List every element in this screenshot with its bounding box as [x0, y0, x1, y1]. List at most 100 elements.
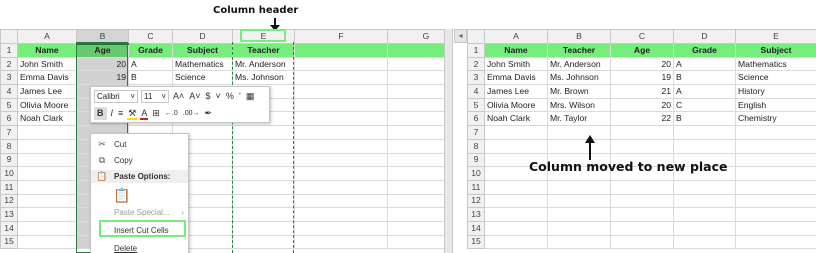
cell-e4[interactable]: History	[735, 84, 816, 99]
cell-d6[interactable]: B	[673, 111, 736, 127]
cell-a5[interactable]: Olivia Moore	[17, 97, 77, 113]
delete-menu-item[interactable]: Delete	[91, 242, 188, 253]
cell-b3[interactable]: Ms. Johnson	[547, 70, 611, 86]
currency-format-button[interactable]: $	[205, 90, 212, 103]
column-header-g[interactable]: G	[387, 29, 444, 44]
cell-g2[interactable]	[387, 56, 444, 72]
row-header-3[interactable]: 3	[467, 70, 485, 86]
cell-g12[interactable]	[387, 193, 444, 209]
cell-g5[interactable]	[387, 97, 444, 113]
paste-special-menu-item[interactable]: Paste Special... ›	[91, 206, 188, 219]
cell-c6[interactable]: 22	[610, 111, 674, 127]
cell-d2[interactable]: A	[673, 56, 736, 72]
cell-a4[interactable]: James Lee	[484, 84, 548, 99]
cell-b2[interactable]: 20	[76, 56, 129, 72]
cell-a2[interactable]: John Smith	[17, 56, 77, 72]
cell-b3[interactable]: 19	[76, 70, 129, 86]
cut-menu-item[interactable]: ✂ Cut	[91, 138, 188, 151]
cell-c2[interactable]: 20	[610, 56, 674, 72]
cell-a3[interactable]: Emma Davis	[484, 70, 548, 86]
table-format-icon[interactable]: ▦	[245, 90, 256, 103]
cell-f15[interactable]	[294, 234, 388, 250]
cell-c11[interactable]	[610, 179, 674, 195]
cell-a7[interactable]	[484, 125, 548, 140]
cell-c4[interactable]: 21	[610, 84, 674, 99]
cell-a1[interactable]: Name	[17, 43, 77, 58]
cell-a8[interactable]	[484, 138, 548, 154]
row-header-1[interactable]: 1	[467, 43, 485, 58]
row-header-11[interactable]: 11	[467, 179, 485, 195]
cell-g4[interactable]	[387, 84, 444, 99]
row-header-4[interactable]: 4	[0, 84, 18, 99]
cell-c3[interactable]: B	[128, 70, 173, 86]
cell-e1[interactable]: Teacher	[232, 43, 295, 58]
cell-d2[interactable]: Mathematics	[172, 56, 233, 72]
cell-b4[interactable]: Mr. Brown	[547, 84, 611, 99]
row-header-2[interactable]: 2	[467, 56, 485, 72]
cell-a11[interactable]	[17, 179, 77, 195]
cell-f14[interactable]	[294, 220, 388, 236]
cell-e12[interactable]	[735, 193, 816, 209]
row-header-8[interactable]: 8	[0, 138, 18, 154]
cell-c1[interactable]: Age	[610, 43, 674, 58]
insert-cut-cells-menu-item[interactable]: Insert Cut Cells	[91, 224, 188, 237]
cell-a4[interactable]: James Lee	[17, 84, 77, 99]
cell-e5[interactable]: English	[735, 97, 816, 113]
cell-e1[interactable]: Subject	[735, 43, 816, 58]
cell-e12[interactable]	[232, 193, 295, 209]
column-header-f[interactable]: F	[294, 29, 388, 44]
cell-a13[interactable]	[484, 207, 548, 222]
cell-a5[interactable]: Olivia Moore	[484, 97, 548, 113]
cell-b13[interactable]	[547, 207, 611, 222]
cell-g6[interactable]	[387, 111, 444, 127]
column-header-d[interactable]: D	[673, 29, 736, 44]
row-header-14[interactable]: 14	[467, 220, 485, 236]
cell-e15[interactable]	[232, 234, 295, 250]
cell-g9[interactable]	[387, 152, 444, 168]
cell-b8[interactable]	[547, 138, 611, 154]
cell-g13[interactable]	[387, 207, 444, 222]
row-header-10[interactable]: 10	[0, 166, 18, 181]
cell-c5[interactable]: 20	[610, 97, 674, 113]
cell-b7[interactable]	[547, 125, 611, 140]
cell-b1[interactable]: Age	[76, 43, 129, 58]
row-header-7[interactable]: 7	[467, 125, 485, 140]
cell-d3[interactable]: Science	[172, 70, 233, 86]
column-header-e[interactable]: E	[735, 29, 816, 44]
column-header-c[interactable]: C	[128, 29, 173, 44]
copy-menu-item[interactable]: ⧉ Copy	[91, 154, 188, 167]
cell-a12[interactable]	[17, 193, 77, 209]
cell-f12[interactable]	[294, 193, 388, 209]
row-header-14[interactable]: 14	[0, 220, 18, 236]
cell-f2[interactable]	[294, 56, 388, 72]
paste-button[interactable]: 📋	[113, 187, 130, 203]
cell-f8[interactable]	[294, 138, 388, 154]
right-spreadsheet[interactable]: A B C D E 1 Name Teacher Age Grade Subject 2 John Sm…	[467, 29, 816, 253]
font-name-dropdown[interactable]: Calibri ˅	[94, 90, 138, 103]
cell-b14[interactable]	[547, 220, 611, 236]
cell-a15[interactable]	[17, 234, 77, 250]
row-header-6[interactable]: 6	[0, 111, 18, 127]
bold-button[interactable]: B	[94, 107, 107, 120]
cell-b1[interactable]: Teacher	[547, 43, 611, 58]
cell-e2[interactable]: Mr. Anderson	[232, 56, 295, 72]
cell-d14[interactable]	[673, 220, 736, 236]
cell-a6[interactable]: Noah Clark	[484, 111, 548, 127]
cell-a1[interactable]: Name	[484, 43, 548, 58]
row-header-15[interactable]: 15	[0, 234, 18, 250]
cell-d5[interactable]: C	[673, 97, 736, 113]
cell-d1[interactable]: Subject	[172, 43, 233, 58]
cell-e9[interactable]	[232, 152, 295, 168]
row-header-13[interactable]: 13	[467, 207, 485, 222]
row-header-10[interactable]: 10	[467, 166, 485, 181]
cell-f7[interactable]	[294, 125, 388, 140]
column-header-c[interactable]: C	[610, 29, 674, 44]
cell-c15[interactable]	[610, 234, 674, 250]
fill-color-icon[interactable]: ⚒	[127, 107, 138, 120]
cell-f10[interactable]	[294, 166, 388, 181]
cell-e8[interactable]	[232, 138, 295, 154]
format-painter-icon[interactable]: ✒	[204, 107, 214, 120]
column-header-b[interactable]: B	[547, 29, 611, 44]
left-spreadsheet[interactable]: A B C D E F G 1 Name Age Grade Subject Teacher 2 John …	[0, 29, 444, 253]
row-header-5[interactable]: 5	[0, 97, 18, 113]
